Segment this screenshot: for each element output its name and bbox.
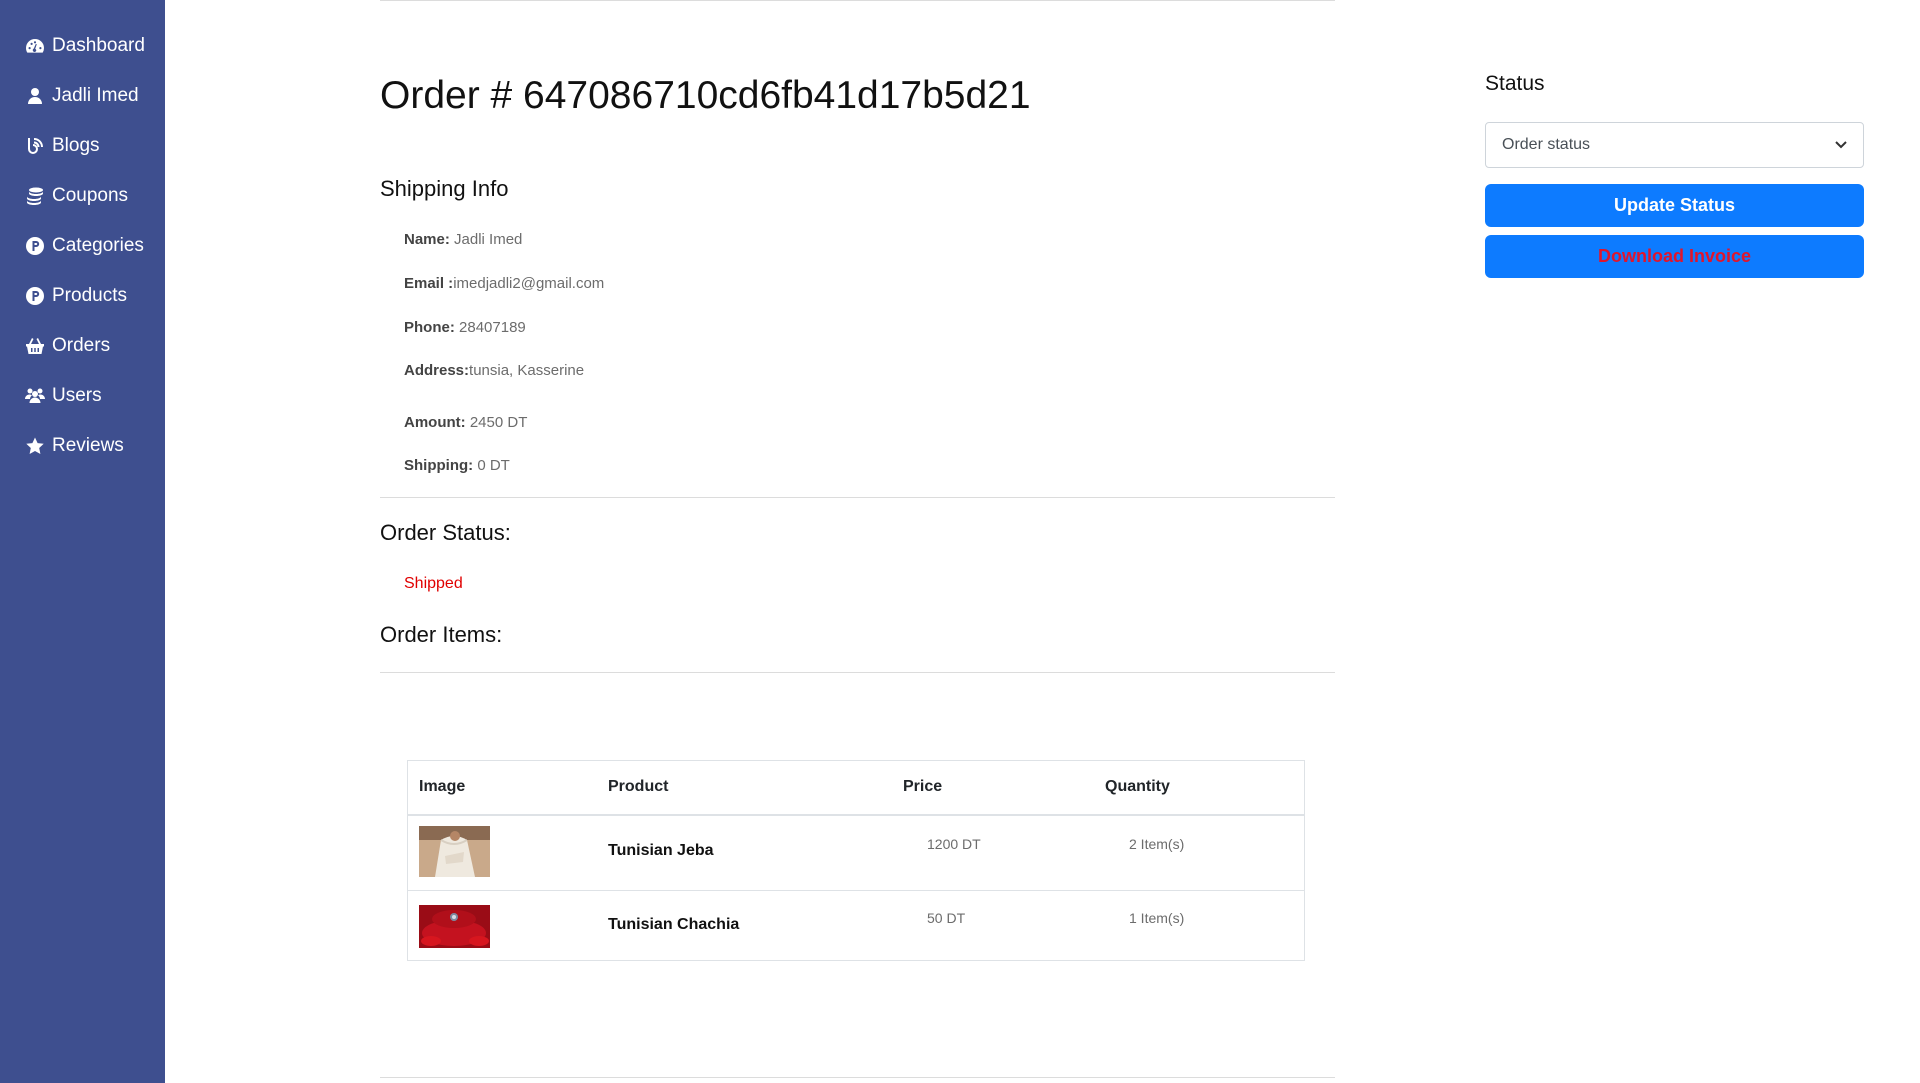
phone-label: Phone: bbox=[404, 319, 455, 336]
shipping-label: Shipping: bbox=[404, 457, 474, 474]
shipping-value: 0 DT bbox=[473, 457, 510, 474]
email-label: Email : bbox=[404, 275, 454, 292]
order-items-heading: Order Items: bbox=[380, 622, 503, 647]
status-label: Status bbox=[1485, 72, 1545, 95]
name-label: Name: bbox=[404, 231, 450, 248]
name-row: Name: Jadli Imed bbox=[404, 231, 522, 248]
column-header-quantity: Quantity bbox=[1105, 778, 1170, 795]
update-status-button[interactable]: Update Status bbox=[1485, 184, 1864, 227]
address-row: Address:tunsia, Kasserine bbox=[404, 362, 584, 379]
product-image-tunisian-jeba bbox=[419, 826, 490, 877]
order-detail: Order # 647086710cd6fb41d17b5d21 Shippin… bbox=[0, 0, 1920, 1079]
items-table bbox=[407, 760, 1305, 961]
shipping-row: Shipping: 0 DT bbox=[404, 457, 510, 474]
order-status-select[interactable]: Order status bbox=[1485, 122, 1864, 168]
column-header-product: Product bbox=[608, 778, 669, 795]
product-image-tunisian-chachia bbox=[419, 905, 490, 948]
divider bbox=[380, 0, 1335, 1]
table-row-divider bbox=[408, 890, 1304, 891]
product-price: 1200 DT bbox=[927, 836, 981, 852]
column-header-price: Price bbox=[903, 778, 943, 795]
amount-label: Amount: bbox=[404, 414, 466, 431]
amount-row: Amount: 2450 DT bbox=[404, 414, 527, 431]
table-header-divider bbox=[408, 814, 1304, 816]
product-quantity: 2 Item(s) bbox=[1129, 836, 1185, 852]
shipping-info-heading: Shipping Info bbox=[380, 176, 509, 201]
page-title: Order # 647086710cd6fb41d17b5d21 bbox=[380, 74, 1031, 117]
column-header-image: Image bbox=[419, 778, 466, 795]
email-value: imedjadli2@gmail.com bbox=[453, 275, 605, 292]
product-price: 50 DT bbox=[927, 910, 966, 926]
divider bbox=[380, 497, 1335, 498]
amount-value: 2450 DT bbox=[465, 414, 528, 431]
product-quantity: 1 Item(s) bbox=[1129, 910, 1185, 926]
product-name: Tunisian Jeba bbox=[608, 842, 714, 859]
download-invoice-button[interactable]: Download Invoice bbox=[1485, 235, 1864, 278]
order-status-heading: Order Status: bbox=[380, 520, 511, 545]
address-value: tunsia, Kasserine bbox=[469, 362, 585, 379]
chevron-down-icon bbox=[1835, 136, 1847, 154]
divider bbox=[380, 672, 1335, 673]
phone-row: Phone: 28407189 bbox=[404, 319, 526, 336]
email-row: Email :imedjadli2@gmail.com bbox=[404, 275, 604, 292]
name-value: Jadli Imed bbox=[449, 231, 523, 248]
address-label: Address: bbox=[404, 362, 470, 379]
phone-value: 28407189 bbox=[454, 319, 526, 336]
order-status-value: Shipped bbox=[404, 575, 463, 592]
product-name: Tunisian Chachia bbox=[608, 916, 740, 933]
divider bbox=[380, 1077, 1335, 1078]
select-value: Order status bbox=[1502, 136, 1591, 153]
